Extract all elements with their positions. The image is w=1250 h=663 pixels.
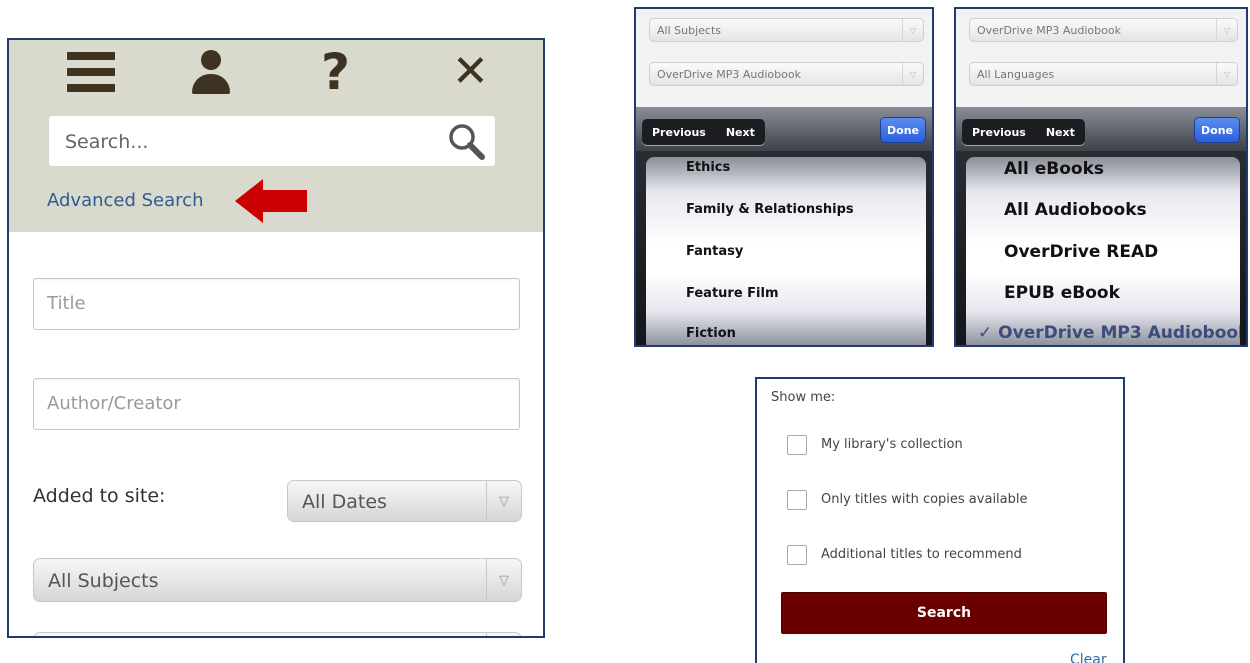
subject-dropdown-value: All Subjects <box>657 24 721 37</box>
picker-option-selected[interactable]: ✓ OverDrive MP3 Audiobook <box>978 323 1240 343</box>
advanced-search-mobile-panel: ? ✕ Advanced Search Title Author/Creator… <box>7 38 545 638</box>
next-button[interactable]: Next <box>1036 126 1085 139</box>
picker-option[interactable]: Family & Relationships <box>686 202 854 217</box>
next-button[interactable]: Next <box>716 126 765 139</box>
form-area: All Subjects ▽ OverDrive MP3 Audiobook ▽ <box>636 9 932 107</box>
advanced-search-link[interactable]: Advanced Search <box>47 190 203 211</box>
added-to-site-label: Added to site: <box>33 485 166 507</box>
checkbox-label: Additional titles to recommend <box>821 547 1022 562</box>
done-button[interactable]: Done <box>880 117 926 143</box>
available-copies-checkbox[interactable] <box>787 490 807 510</box>
checkbox-label: My library's collection <box>821 437 963 452</box>
prev-next-control: Previous Next <box>962 119 1085 145</box>
dates-select-value: All Dates <box>302 491 387 513</box>
checkbox-label: Only titles with copies available <box>821 492 1028 507</box>
author-field[interactable]: Author/Creator <box>33 378 520 430</box>
library-collection-checkbox[interactable] <box>787 435 807 455</box>
chevron-down-icon: ▽ <box>1216 63 1237 85</box>
chevron-down-icon: ▽ <box>902 19 923 41</box>
done-button[interactable]: Done <box>1194 117 1240 143</box>
picker-option[interactable]: All Audiobooks <box>1004 200 1147 220</box>
recommend-titles-checkbox[interactable] <box>787 545 807 565</box>
author-placeholder: Author/Creator <box>47 393 181 414</box>
picker-option[interactable]: Fantasy <box>686 244 743 259</box>
chevron-down-icon <box>486 633 521 636</box>
subject-picker-screen: All Subjects ▽ OverDrive MP3 Audiobook ▽… <box>634 7 934 347</box>
format-dropdown-value: OverDrive MP3 Audiobook <box>977 24 1121 37</box>
picker-wheel[interactable]: Ethics Family & Relationships Fantasy Fe… <box>646 157 926 345</box>
format-picker-screen: OverDrive MP3 Audiobook ▽ All Languages … <box>954 7 1248 347</box>
help-icon[interactable]: ? <box>321 44 350 100</box>
prev-next-control: Previous Next <box>642 119 765 145</box>
close-icon[interactable]: ✕ <box>452 48 489 96</box>
show-me-panel: Show me: My library's collection Only ti… <box>755 377 1125 663</box>
picker-option[interactable]: Feature Film <box>686 286 779 301</box>
title-field[interactable]: Title <box>33 278 520 330</box>
chevron-down-icon: ▽ <box>1216 19 1237 41</box>
picker-wheel[interactable]: All eBooks All Audiobooks OverDrive READ… <box>966 157 1240 345</box>
user-icon[interactable] <box>191 50 231 94</box>
format-dropdown[interactable]: OverDrive MP3 Audiobook ▽ <box>969 18 1238 42</box>
search-box <box>49 116 495 166</box>
language-dropdown-value: All Languages <box>977 68 1055 81</box>
picker-option[interactable]: OverDrive READ <box>1004 242 1158 262</box>
subjects-select-value: All Subjects <box>48 570 159 592</box>
picker-option[interactable]: Fiction <box>686 326 736 341</box>
top-navigation-bar: ? ✕ Advanced Search <box>9 40 543 232</box>
picker-option[interactable]: Ethics <box>686 160 730 175</box>
title-placeholder: Title <box>47 293 86 314</box>
language-dropdown[interactable]: All Languages ▽ <box>969 62 1238 86</box>
red-arrow-icon <box>235 179 307 223</box>
form-area: OverDrive MP3 Audiobook ▽ All Languages … <box>956 9 1246 107</box>
search-button[interactable]: Search <box>781 592 1107 634</box>
format-dropdown[interactable]: OverDrive MP3 Audiobook ▽ <box>649 62 924 86</box>
menu-icon[interactable] <box>67 52 115 92</box>
picker-option[interactable]: EPUB eBook <box>1004 283 1120 303</box>
format-dropdown-value: OverDrive MP3 Audiobook <box>657 68 801 81</box>
subject-dropdown[interactable]: All Subjects ▽ <box>649 18 924 42</box>
format-select-partial[interactable] <box>33 632 522 636</box>
search-icon[interactable] <box>447 122 487 162</box>
chevron-down-icon: ▽ <box>486 559 521 601</box>
subjects-select[interactable]: All Subjects ▽ <box>33 558 522 602</box>
previous-button[interactable]: Previous <box>962 126 1036 139</box>
previous-button[interactable]: Previous <box>642 126 716 139</box>
chevron-down-icon: ▽ <box>902 63 923 85</box>
picker-toolbar: Previous Next Done <box>956 107 1246 151</box>
clear-link[interactable]: Clear <box>1070 652 1107 663</box>
picker-toolbar: Previous Next Done <box>636 107 932 151</box>
search-input[interactable] <box>63 124 437 160</box>
dates-select[interactable]: All Dates ▽ <box>287 480 522 522</box>
picker-option[interactable]: All eBooks <box>1004 159 1104 179</box>
chevron-down-icon: ▽ <box>486 481 521 521</box>
show-me-label: Show me: <box>771 390 836 405</box>
